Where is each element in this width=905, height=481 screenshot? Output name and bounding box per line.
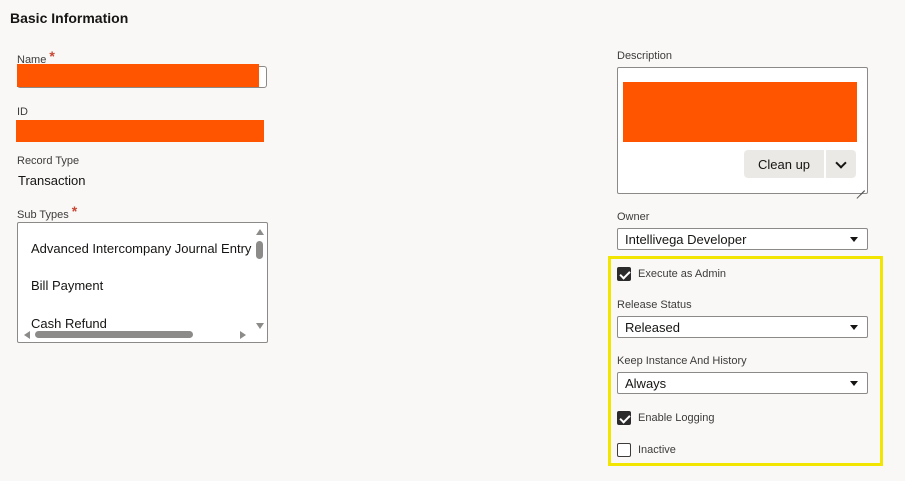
scroll-right-icon[interactable] [240,331,246,339]
execute-as-admin-checkbox[interactable] [617,267,631,281]
release-status-label: Release Status [617,299,692,311]
scroll-down-icon[interactable] [256,323,264,329]
execute-as-admin-label: Execute as Admin [638,268,727,280]
description-textarea[interactable]: Clean up [617,67,868,194]
redacted-id-value [16,120,264,142]
inactive-checkbox[interactable] [617,443,631,457]
required-mark: * [71,203,78,219]
enable-logging-checkbox[interactable] [617,411,631,425]
description-label: Description [617,50,673,62]
record-type-value: Transaction [18,173,86,188]
keep-instance-value: Always [625,376,667,391]
keep-instance-label: Keep Instance And History [617,355,747,367]
caret-down-icon [850,381,858,386]
owner-label: Owner [617,211,650,223]
enable-logging-label: Enable Logging [638,412,715,424]
list-item[interactable]: Bill Payment [31,278,103,293]
horizontal-scrollbar[interactable] [22,330,252,339]
redacted-description-value [623,82,857,142]
release-status-value: Released [625,320,680,335]
sub-types-label: Sub Types * [17,203,78,221]
record-type-label: Record Type [17,155,80,167]
vertical-scroll-thumb[interactable] [256,241,263,259]
cleanup-button[interactable]: Clean up [744,150,825,178]
inactive-label: Inactive [638,444,676,456]
caret-down-icon [850,237,858,242]
required-mark: * [49,48,55,64]
vertical-scrollbar[interactable] [255,227,264,329]
section-title: Basic Information [10,10,129,26]
keep-instance-select[interactable]: Always [617,372,868,394]
horizontal-scroll-thumb[interactable] [35,331,193,338]
id-label: ID [17,106,28,118]
scroll-up-icon[interactable] [256,229,264,235]
list-item[interactable]: Advanced Intercompany Journal Entry [31,241,251,256]
cleanup-button-group: Clean up [744,150,857,178]
owner-select[interactable]: Intellivega Developer [617,228,868,250]
redacted-name-value [17,64,259,87]
release-status-select[interactable]: Released [617,316,868,338]
sub-types-list[interactable]: Advanced Intercompany Journal Entry Bill… [17,222,268,343]
resize-grip-icon[interactable] [857,183,865,191]
chevron-down-icon [835,157,847,169]
cleanup-dropdown-button[interactable] [826,150,857,178]
scroll-left-icon[interactable] [24,331,30,339]
owner-value: Intellivega Developer [625,232,747,247]
list-item[interactable]: Cash Refund [31,316,107,331]
caret-down-icon [850,325,858,330]
